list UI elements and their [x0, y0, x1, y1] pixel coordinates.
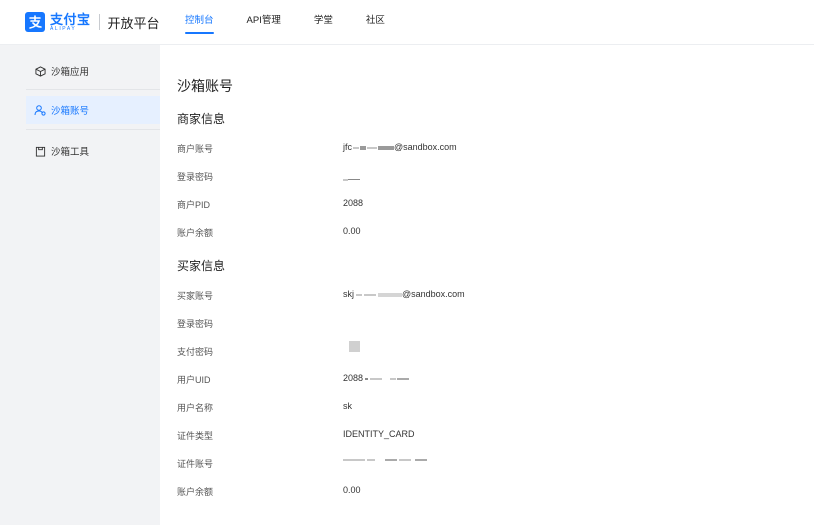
merchant-password-label: 登录密码 — [177, 172, 214, 182]
cube-icon — [34, 65, 46, 77]
buyer-login-password-label: 登录密码 — [177, 319, 214, 329]
buyer-balance-label: 账户余额 — [177, 487, 214, 497]
masked-text — [343, 458, 365, 461]
buyer-account-suffix: @sandbox.com — [402, 289, 465, 299]
merchant-pid-text: 2088 — [343, 198, 364, 208]
masked-text — [356, 293, 362, 296]
sidebar-divider — [26, 89, 160, 90]
buyer-account-prefix: skj — [343, 289, 354, 299]
platform-name: 开放平台 — [107, 15, 160, 31]
page-title: 沙箱账号 — [177, 78, 233, 94]
sidebar-item-label: 沙箱工具 — [51, 147, 90, 158]
masked-text — [385, 458, 397, 461]
main-content: 沙箱账号 商家信息 商户账号 jfc @sandbox.com 登录密码 商户PI… — [160, 45, 814, 525]
merchant-pid-label: 商户PID — [177, 200, 211, 210]
masked-text — [415, 458, 427, 461]
masked-text — [364, 293, 376, 296]
logo-divider — [98, 14, 100, 30]
nav-academy[interactable]: 学堂 — [314, 0, 333, 45]
masked-text — [397, 377, 410, 380]
buyer-balance-value: 0.00 — [343, 485, 361, 495]
sidebar-item-label: 沙箱应用 — [51, 67, 90, 78]
sidebar: 沙箱应用 沙箱账号 沙箱工具 — [0, 45, 160, 525]
merchant-password-value[interactable] — [343, 174, 360, 184]
masked-text — [378, 292, 402, 297]
sidebar-divider — [26, 129, 160, 130]
buyer-id-number-label: 证件账号 — [177, 459, 214, 469]
pay-password-mask — [349, 341, 360, 352]
brand-name-cn: 支付宝 — [50, 11, 91, 27]
sidebar-item-label: 沙箱账号 — [51, 106, 90, 117]
masked-text — [378, 145, 394, 150]
buyer-name-value: sk — [343, 401, 352, 411]
buyer-id-type-value: IDENTITY_CARD — [343, 429, 415, 439]
merchant-balance-label: 账户余额 — [177, 228, 214, 238]
masked-text — [367, 146, 377, 149]
sidebar-item-sandbox-account[interactable]: 沙箱账号 — [26, 96, 160, 124]
masked-text — [365, 377, 369, 380]
merchant-account-prefix: jfc — [343, 142, 352, 152]
buyer-id-type-label: 证件类型 — [177, 431, 214, 441]
merchant-account-value[interactable]: jfc @sandbox.com — [343, 142, 457, 152]
nav-console[interactable]: 控制台 — [185, 0, 214, 45]
buyer-account-label: 买家账号 — [177, 291, 214, 301]
buyer-id-number-value[interactable] — [343, 454, 427, 464]
nav-community[interactable]: 社区 — [366, 0, 385, 45]
users-icon — [34, 104, 46, 116]
merchant-pid-value[interactable]: 2088 — [343, 198, 363, 208]
nav-api-management[interactable]: API管理 — [247, 0, 281, 45]
merchant-balance-value: 0.00 — [343, 226, 361, 236]
alipay-logo-icon — [25, 12, 45, 32]
masked-text — [370, 377, 383, 380]
merchant-section-title: 商家信息 — [177, 112, 226, 126]
masked-text — [367, 458, 375, 461]
masked-text — [353, 146, 359, 149]
merchant-account-label: 商户账号 — [177, 144, 214, 154]
top-header: 支付宝 ALIPAY 开放平台 控制台 API管理 学堂 社区 — [0, 0, 814, 45]
sidebar-item-sandbox-app[interactable]: 沙箱应用 — [26, 57, 160, 85]
sidebar-item-sandbox-tools[interactable]: 沙箱工具 — [26, 137, 160, 165]
buyer-uid-value[interactable]: 2088 — [343, 373, 410, 383]
buyer-uid-text: 2088 — [343, 373, 364, 383]
brand-name-en: ALIPAY — [50, 25, 77, 32]
buyer-pay-password-label: 支付密码 — [177, 347, 214, 357]
masked-text — [390, 377, 397, 380]
buyer-name-label: 用户名称 — [177, 403, 214, 413]
masked-text — [348, 178, 360, 181]
alipay-logo[interactable]: 支付宝 ALIPAY 开放平台 — [25, 12, 160, 32]
top-nav: 控制台 API管理 学堂 社区 — [185, 0, 418, 45]
buyer-account-value[interactable]: skj @sandbox.com — [343, 289, 465, 299]
buyer-section-title: 买家信息 — [177, 259, 226, 273]
clipboard-icon — [34, 145, 46, 157]
buyer-uid-label: 用户UID — [177, 375, 211, 385]
masked-text — [399, 458, 411, 461]
masked-text — [360, 145, 366, 150]
merchant-account-suffix: @sandbox.com — [394, 142, 457, 152]
